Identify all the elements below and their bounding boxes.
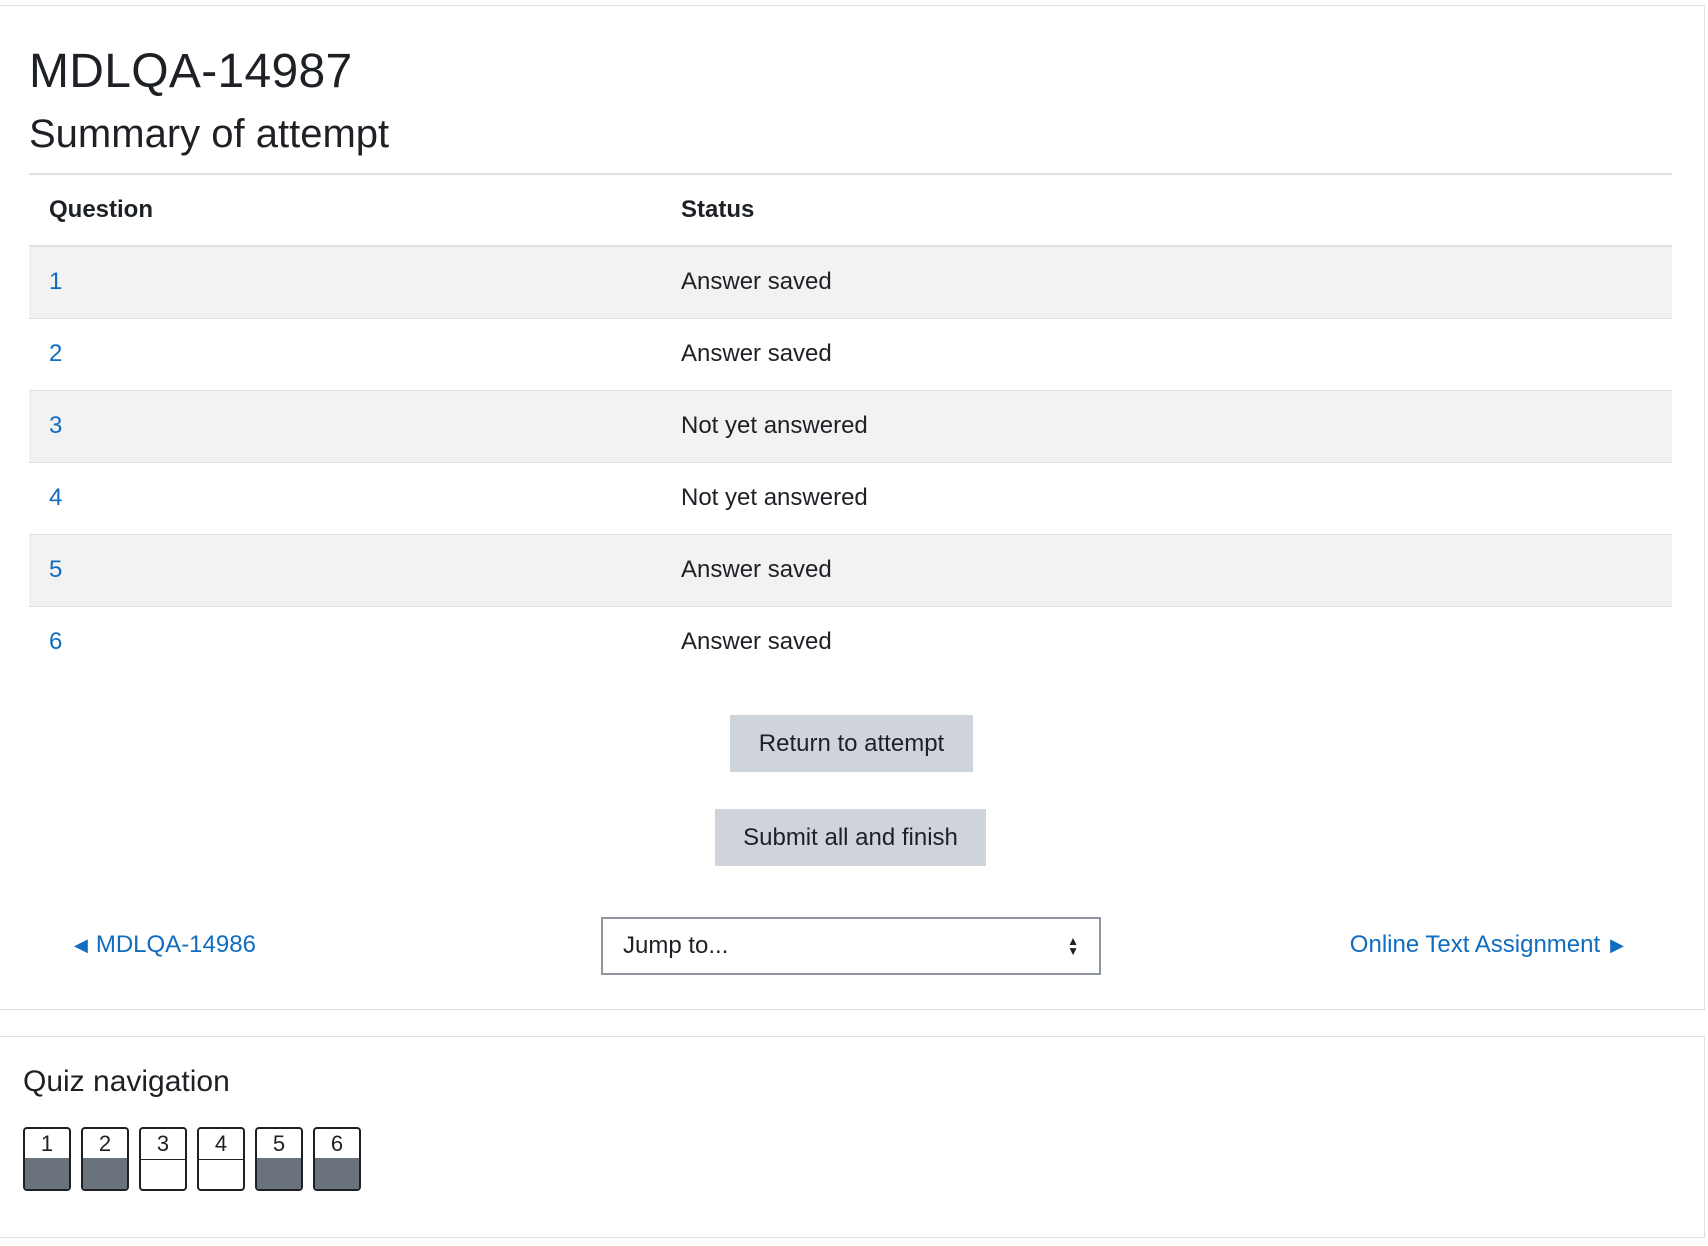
quiz-nav-button-6[interactable]: 6 (313, 1127, 361, 1191)
previous-activity-label: MDLQA-14986 (95, 931, 256, 958)
question-link[interactable]: 3 (49, 412, 62, 439)
table-row: 5 Answer saved (29, 534, 1672, 607)
question-link[interactable]: 4 (49, 484, 62, 511)
quiz-nav-number: 3 (141, 1130, 185, 1160)
table-header-row: Question Status (29, 173, 1672, 247)
answered-indicator (315, 1158, 359, 1189)
status-cell: Not yet answered (661, 390, 1672, 463)
jump-to-select[interactable]: Jump to... ▲ ▼ (601, 917, 1101, 975)
answered-indicator (83, 1158, 127, 1189)
quiz-navigation-title: Quiz navigation (23, 1065, 230, 1098)
submit-all-button[interactable]: Submit all and finish (715, 809, 986, 866)
answered-indicator (257, 1158, 301, 1189)
section-title: Summary of attempt (29, 112, 390, 156)
select-arrows-icon: ▲ ▼ (1067, 934, 1079, 958)
quiz-nav-number: 2 (83, 1130, 127, 1160)
question-link[interactable]: 1 (49, 268, 62, 295)
table-row: 4 Not yet answered (29, 462, 1672, 535)
next-activity-label: Online Text Assignment (1349, 931, 1601, 958)
table-row: 2 Answer saved (29, 318, 1672, 391)
triangle-left-icon: ◀ (74, 934, 88, 955)
table-row: 1 Answer saved (29, 246, 1672, 319)
question-link[interactable]: 5 (49, 556, 62, 583)
answered-indicator (25, 1158, 69, 1189)
quiz-nav-number: 1 (25, 1130, 69, 1160)
quiz-nav-button-5[interactable]: 5 (255, 1127, 303, 1191)
table-row: 6 Answer saved (29, 606, 1672, 678)
question-link[interactable]: 6 (49, 628, 62, 655)
status-cell: Answer saved (661, 246, 1672, 319)
quiz-nav-button-2[interactable]: 2 (81, 1127, 129, 1191)
status-cell: Answer saved (661, 534, 1672, 607)
quiz-nav-button-3[interactable]: 3 (139, 1127, 187, 1191)
status-cell: Not yet answered (661, 462, 1672, 535)
status-cell: Answer saved (681, 628, 832, 656)
next-activity-link[interactable]: Online Text Assignment ▶ (1350, 931, 1624, 959)
quiz-nav-number: 4 (199, 1130, 243, 1160)
column-header-status: Status (661, 173, 1672, 247)
question-link[interactable]: 2 (49, 340, 62, 367)
quiz-nav-button-4[interactable]: 4 (197, 1127, 245, 1191)
table-row: 3 Not yet answered (29, 390, 1672, 463)
quiz-nav-number: 5 (257, 1130, 301, 1160)
quiz-nav-button-1[interactable]: 1 (23, 1127, 71, 1191)
status-cell: Answer saved (661, 318, 1672, 391)
return-to-attempt-button[interactable]: Return to attempt (730, 715, 973, 772)
summary-table: Question Status 1 Answer saved 2 Answer … (29, 173, 1672, 678)
quiz-nav-number: 6 (315, 1130, 359, 1160)
triangle-right-icon: ▶ (1610, 934, 1624, 955)
page-title: MDLQA-14987 (29, 45, 353, 98)
attempt-summary-card: MDLQA-14987 Summary of attempt Question … (0, 5, 1705, 1010)
jump-to-label: Jump to... (623, 932, 729, 959)
quiz-navigation-block: Quiz navigation 1 2 3 4 5 6 (0, 1036, 1705, 1238)
previous-activity-link[interactable]: ◀ MDLQA-14986 (74, 931, 256, 959)
column-header-question: Question (29, 173, 661, 247)
quiz-navigation-buttons: 1 2 3 4 5 6 (23, 1127, 361, 1191)
